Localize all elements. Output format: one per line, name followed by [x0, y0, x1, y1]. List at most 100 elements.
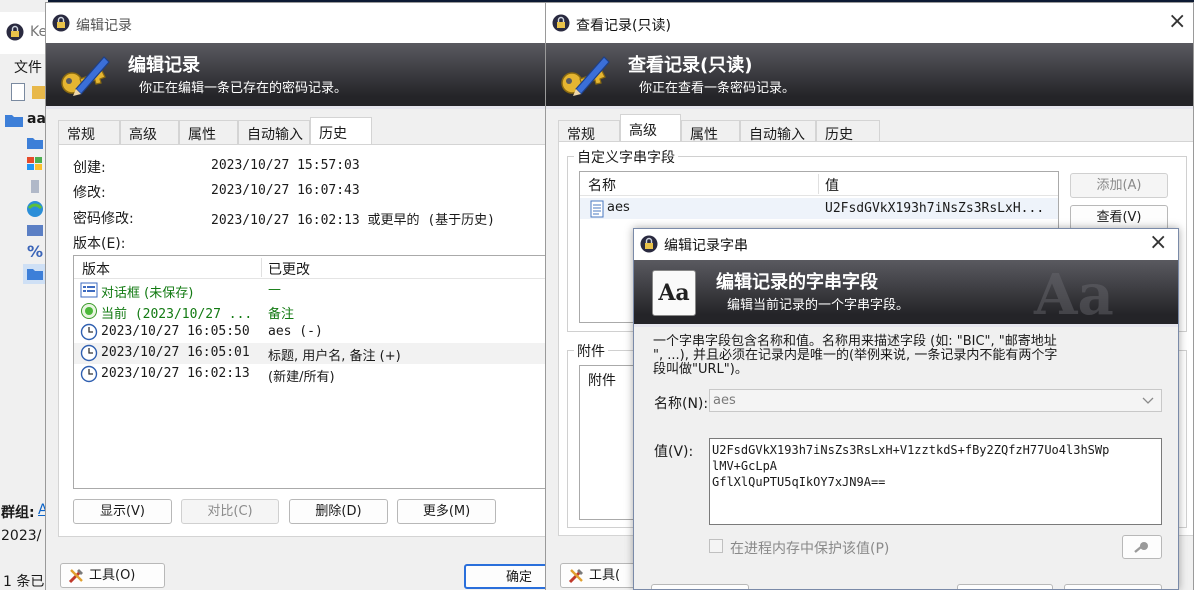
ok-button[interactable]: 确定: [464, 564, 554, 589]
close-icon[interactable]: ×: [1168, 9, 1186, 34]
lock-icon: [52, 14, 70, 32]
edit-string-dialog: 编辑记录字串 × Aa Aa 编辑记录的字串字段 编辑当前记录的一个字串字段。 …: [633, 228, 1179, 590]
current-version-icon: [81, 303, 97, 319]
string-dialog-titlebar: 编辑记录字串 ×: [634, 229, 1178, 260]
version-cell: 对话框 (未保存): [101, 286, 194, 301]
edit-banner-title: 编辑记录: [128, 55, 200, 76]
versions-list[interactable]: 版本 已更改 对话框 (未保存) — 当前 (2023/10/27 ... 备注…: [73, 255, 554, 489]
menu-file[interactable]: 文件: [14, 57, 42, 77]
database-icon: [5, 115, 23, 127]
changed-cell: aes (-): [268, 324, 323, 339]
compare-button[interactable]: 对比(C): [181, 499, 279, 524]
tab-properties[interactable]: 属性: [179, 120, 238, 144]
version-cell: 2023/10/27 16:05:01: [101, 345, 250, 360]
network-icon: [31, 180, 39, 193]
column-header-value[interactable]: 值: [825, 175, 839, 195]
string-banner-subtitle: 编辑当前记录的一个字串字段。: [727, 298, 910, 313]
description-line-2: ", ...), 并且必须在记录内是唯一的(举例来说, 一条记录内不能有两个字: [653, 348, 1058, 363]
key-pen-icon: [61, 56, 110, 96]
column-header-name[interactable]: 名称: [588, 175, 616, 195]
protect-options-button[interactable]: [1122, 535, 1162, 559]
name-value: aes: [713, 393, 736, 408]
view-field-button[interactable]: 查看(V): [1070, 205, 1168, 230]
tab-general[interactable]: 常规: [58, 120, 120, 144]
tools-icon: [68, 569, 83, 584]
lock-icon: [6, 23, 24, 41]
table-row[interactable]: 当前 (2023/10/27 ... 备注: [74, 301, 554, 322]
svg-text:%: %: [27, 242, 43, 260]
tree-root-label[interactable]: aa: [27, 111, 46, 127]
field-value-cell: U2FsdGVkX193h7iNsZs3RsLxH...: [825, 201, 1045, 216]
version-cell: 当前 (2023/10/27 ...: [101, 307, 253, 322]
table-row[interactable]: 2023/10/27 16:05:50 aes (-): [74, 322, 554, 343]
toolbar-new-icon[interactable]: [11, 83, 25, 101]
string-banner-watermark: Aa: [1034, 262, 1114, 328]
gear-icon: [1134, 542, 1148, 553]
background-titlebar: Ke: [0, 12, 48, 54]
tab-history[interactable]: 历史: [310, 117, 372, 144]
view-banner-subtitle: 你正在查看一条密码记录。: [639, 81, 796, 96]
table-row-selected[interactable]: 2023/10/27 16:05:01 标题, 用户名, 备注 (+): [74, 343, 554, 364]
column-divider[interactable]: [818, 174, 819, 194]
clock-icon: [80, 323, 98, 341]
description-line-1: 一个字串字段包含名称和值。名称用来描述字段 (如: "BIC", "邮寄地址: [653, 334, 1057, 349]
lock-icon: [640, 235, 658, 253]
string-dialog-ok-button[interactable]: [957, 584, 1053, 589]
string-dialog-title: 编辑记录字串: [664, 238, 748, 254]
tools-button-label: 工具(O): [89, 568, 136, 583]
changed-cell: —: [268, 282, 281, 297]
column-header-version[interactable]: 版本: [82, 259, 110, 279]
text-field-icon: [590, 200, 604, 218]
value-line-3: GflXlQuPTU5qIkOY7xJN9A==: [712, 475, 886, 489]
edit-dialog-title: 编辑记录: [76, 18, 132, 34]
name-combobox[interactable]: aes: [709, 389, 1162, 412]
value-line-1: U2FsdGVkX193h7iNsZs3RsLxH+V1zztkdS+fBy2Z…: [712, 443, 1110, 457]
string-banner-title: 编辑记录的字串字段: [716, 272, 878, 293]
more-button[interactable]: 更多(M): [397, 499, 496, 524]
edit-dialog-titlebar: 编辑记录: [46, 3, 554, 43]
edit-dialog-banner: 编辑记录 你正在编辑一条已存在的密码记录。: [46, 43, 554, 109]
view-banner-title: 查看记录(只读): [628, 55, 753, 76]
column-divider[interactable]: [261, 258, 262, 277]
homebanking-icon: %: [27, 242, 43, 260]
chevron-down-icon[interactable]: [1142, 396, 1154, 406]
string-aa-icon: Aa: [652, 270, 696, 316]
changed-cell: 标题, 用户名, 备注 (+): [268, 349, 401, 364]
string-dialog-cancel-button[interactable]: [1064, 584, 1162, 589]
folder-icon: [27, 138, 43, 149]
string-dialog-left-button[interactable]: [651, 584, 749, 589]
table-row[interactable]: aes U2FsdGVkX193h7iNsZs3RsLxH...: [580, 198, 1058, 219]
created-value: 2023/10/27 15:57:03: [211, 158, 360, 173]
add-field-button[interactable]: 添加(A): [1070, 173, 1168, 198]
string-dialog-banner: Aa Aa 编辑记录的字串字段 编辑当前记录的一个字串字段。: [634, 260, 1178, 328]
delete-version-button[interactable]: 删除(D): [289, 499, 388, 524]
toolbar-open-icon[interactable]: [32, 86, 46, 99]
history-panel: 创建: 2023/10/27 15:57:03 修改: 2023/10/27 1…: [58, 144, 554, 537]
protect-checkbox[interactable]: [709, 539, 723, 553]
table-row[interactable]: 对话框 (未保存) —: [74, 280, 554, 301]
table-row[interactable]: 2023/10/27 16:02:13 (新建/所有): [74, 364, 554, 385]
tab-advanced[interactable]: 高级: [120, 120, 179, 144]
column-header-attachments[interactable]: 附件: [588, 370, 616, 390]
clock-icon: [80, 344, 98, 362]
dialog-list-icon: [80, 282, 98, 298]
tab-autotype[interactable]: 自动输入: [238, 120, 310, 144]
string-aa-text: Aa: [658, 280, 690, 306]
background-app: Ke 文件 aa % 群组: A 2023/ 1 条已: [0, 0, 48, 590]
value-textarea[interactable]: U2FsdGVkX193h7iNsZs3RsLxH+V1zztkdS+fBy2Z…: [709, 438, 1162, 525]
view-dialog-banner: 查看记录(只读) 你正在查看一条密码记录。: [546, 43, 1193, 109]
status-bar-text: 1 条已: [3, 574, 45, 590]
tab-advanced[interactable]: 高级: [620, 114, 681, 141]
custom-fields-header: 名称 值: [580, 172, 1058, 196]
tools-button[interactable]: 工具(O): [60, 563, 165, 588]
versions-label: 版本(E):: [73, 236, 126, 252]
changed-cell: (新建/所有): [268, 370, 335, 385]
edit-entry-dialog: 编辑记录 编辑记录 你正在编辑一条已存在的密码记录。 常规 高级 属性 自动输入…: [45, 2, 555, 590]
show-version-button[interactable]: 显示(V): [73, 499, 172, 524]
column-header-changed[interactable]: 已更改: [268, 259, 310, 279]
folder-selected-icon[interactable]: [23, 264, 47, 284]
edit-banner-subtitle: 你正在编辑一条已存在的密码记录。: [139, 81, 348, 96]
view-dialog-titlebar: 查看记录(只读) ×: [546, 3, 1193, 43]
version-cell: 2023/10/27 16:05:50: [101, 324, 250, 339]
close-icon[interactable]: ×: [1149, 230, 1167, 255]
